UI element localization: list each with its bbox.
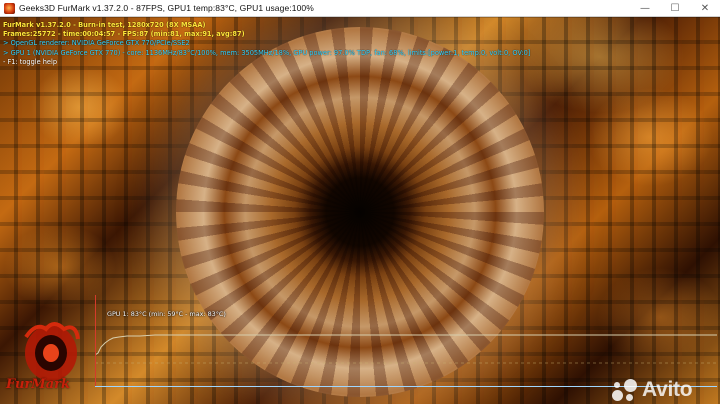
- avito-watermark: Avito: [610, 377, 693, 403]
- window-controls: — ☐ ✕: [630, 0, 720, 17]
- temperature-line: [95, 334, 717, 356]
- temperature-label: GPU 1: 83°C (min: 59°C - max: 83°C): [107, 310, 226, 318]
- osd-overlay: FurMark v1.37.2.0 - Burn-in test, 1280x7…: [3, 21, 530, 67]
- window-title: Geeks3D FurMark v1.37.2.0 - 87FPS, GPU1 …: [19, 3, 314, 13]
- title-bar: Geeks3D FurMark v1.37.2.0 - 87FPS, GPU1 …: [0, 0, 720, 17]
- osd-gpu-stats: > GPU 1 (NVIDIA GeForce GTX 770) - core:…: [3, 48, 531, 57]
- temperature-graph-plot: [95, 334, 717, 364]
- avito-logo-icon: [610, 377, 640, 403]
- furmark-logo-text: FurMark: [6, 377, 70, 392]
- minimize-button[interactable]: —: [630, 0, 660, 17]
- temperature-graph: GPU 1: 83°C (min: 59°C - max: 83°C): [95, 295, 717, 387]
- avito-watermark-text: Avito: [642, 378, 693, 401]
- maximize-button[interactable]: ☐: [660, 0, 690, 17]
- osd-help-hint: - F1: toggle help: [3, 57, 58, 66]
- render-viewport[interactable]: FurMark v1.37.2.0 - Burn-in test, 1280x7…: [0, 17, 720, 404]
- close-button[interactable]: ✕: [690, 0, 720, 17]
- furmark-app-icon[interactable]: [4, 2, 15, 14]
- osd-title: FurMark v1.37.2.0 - Burn-in test, 1280x7…: [3, 21, 206, 29]
- osd-renderer: > OpenGL renderer: NVIDIA GeForce GTX 77…: [3, 39, 190, 48]
